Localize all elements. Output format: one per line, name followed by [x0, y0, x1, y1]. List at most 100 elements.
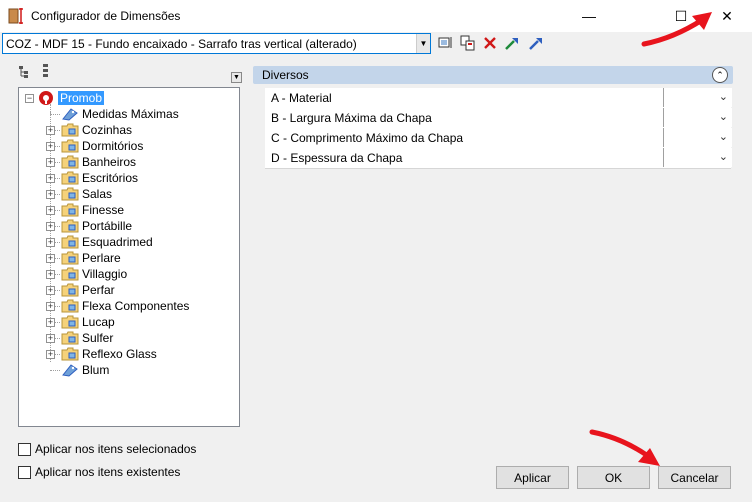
- folder-icon: [61, 139, 79, 153]
- tree-item[interactable]: + Banheiros: [45, 154, 136, 170]
- property-value-select[interactable]: ⌄: [663, 128, 732, 147]
- copy-icon[interactable]: [459, 34, 477, 52]
- apply-existing-option[interactable]: Aplicar nos itens existentes: [18, 465, 180, 479]
- folder-icon: [61, 315, 79, 329]
- minimize-button[interactable]: —: [566, 0, 612, 32]
- chevron-down-icon[interactable]: ⌄: [719, 130, 728, 143]
- promob-logo-icon: [38, 90, 56, 106]
- apply-selected-option[interactable]: Aplicar nos itens selecionados: [18, 442, 196, 456]
- tree-item-label: Villaggio: [82, 267, 128, 281]
- property-value-select[interactable]: ⌄: [663, 148, 732, 167]
- tree-expand-all-icon[interactable]: [19, 66, 33, 78]
- tree-item[interactable]: + Portábille: [45, 218, 132, 234]
- folder-icon: [61, 347, 79, 361]
- property-value-select[interactable]: ⌄: [663, 108, 732, 127]
- folder-icon: [61, 123, 79, 137]
- folder-icon: [61, 187, 79, 201]
- folder-icon: [61, 203, 79, 217]
- apply-selected-checkbox[interactable]: [18, 442, 31, 456]
- tree-item[interactable]: + Villaggio: [45, 266, 127, 282]
- apply-existing-checkbox[interactable]: [18, 465, 31, 479]
- preset-select[interactable]: COZ - MDF 15 - Fundo encaixado - Sarrafo…: [2, 33, 431, 54]
- delete-icon[interactable]: [481, 34, 499, 52]
- chevron-down-icon[interactable]: ⌄: [719, 90, 728, 103]
- tree-item-label: Blum: [82, 363, 110, 377]
- category-tree[interactable]: − Promob Medidas Máximas + Cozinhas + Dormit…: [18, 87, 240, 427]
- apply-existing-label: Aplicar nos itens existentes: [35, 465, 181, 479]
- collapse-section-icon[interactable]: ⌃: [712, 67, 728, 83]
- expand-icon[interactable]: +: [46, 174, 55, 183]
- tree-item[interactable]: + Salas: [45, 186, 112, 202]
- tree-item[interactable]: + Finesse: [45, 202, 124, 218]
- tree-item-label: Reflexo Glass: [82, 347, 157, 361]
- property-row: C - Comprimento Máximo da Chapa ⌄: [265, 128, 732, 149]
- annotation-arrow-cancel: [589, 429, 660, 466]
- expand-icon[interactable]: +: [46, 286, 55, 295]
- property-value-select[interactable]: ⌄: [663, 88, 732, 107]
- tree-collapse-all-icon[interactable]: [42, 64, 50, 78]
- chevron-down-icon[interactable]: ⌄: [719, 110, 728, 123]
- folder-icon: [61, 219, 79, 233]
- tree-item-label: Perfar: [82, 283, 115, 297]
- expand-icon[interactable]: +: [46, 206, 55, 215]
- property-label: C - Comprimento Máximo da Chapa: [271, 131, 464, 145]
- expand-icon[interactable]: +: [46, 142, 55, 151]
- chevron-down-icon[interactable]: ⌄: [719, 150, 728, 163]
- apply-button[interactable]: Aplicar: [496, 466, 569, 489]
- expand-icon[interactable]: +: [46, 270, 55, 279]
- expand-icon[interactable]: +: [46, 254, 55, 263]
- tree-item[interactable]: Blum: [45, 362, 109, 378]
- tree-item-label: Esquadrimed: [82, 235, 153, 249]
- tree-item-label: Medidas Máximas: [82, 107, 179, 121]
- tree-item[interactable]: Medidas Máximas: [45, 106, 179, 122]
- cancel-button[interactable]: Cancelar: [658, 466, 731, 489]
- tree-item-label: Banheiros: [82, 155, 137, 169]
- tree-item[interactable]: + Reflexo Glass: [45, 346, 157, 362]
- expand-icon[interactable]: +: [46, 190, 55, 199]
- tree-menu-dropdown-icon[interactable]: ▼: [231, 72, 242, 83]
- expand-icon[interactable]: +: [46, 126, 55, 135]
- property-row: D - Espessura da Chapa ⌄: [265, 148, 732, 169]
- section-header-diversos[interactable]: Diversos: [253, 66, 733, 84]
- select-dimension-icon[interactable]: [437, 34, 455, 52]
- app-icon: [8, 7, 26, 25]
- property-row: B - Largura Máxima da Chapa ⌄: [265, 108, 732, 129]
- folder-icon: [61, 235, 79, 249]
- window-title: Configurador de Dimensões: [31, 9, 181, 23]
- tree-item[interactable]: + Esquadrimed: [45, 234, 153, 250]
- dropdown-arrow-icon[interactable]: ▼: [416, 34, 430, 53]
- tree-item[interactable]: + Sulfer: [45, 330, 113, 346]
- apply-selected-label: Aplicar nos itens selecionados: [35, 442, 197, 456]
- expand-icon[interactable]: +: [46, 302, 55, 311]
- property-label: A - Material: [271, 91, 332, 105]
- folder-icon: [61, 283, 79, 297]
- tree-item[interactable]: + Cozinhas: [45, 122, 132, 138]
- tree-item-label: Portábille: [82, 219, 133, 233]
- folder-icon: [61, 155, 79, 169]
- tree-root[interactable]: − Promob: [25, 90, 105, 106]
- section-title: Diversos: [262, 68, 309, 82]
- tree-item-label: Perlare: [82, 251, 121, 265]
- tag-icon: [61, 107, 79, 121]
- expand-icon[interactable]: +: [46, 318, 55, 327]
- minimize-icon: —: [582, 8, 596, 24]
- expand-icon[interactable]: +: [46, 334, 55, 343]
- expand-icon[interactable]: +: [46, 350, 55, 359]
- tree-item[interactable]: + Flexa Componentes: [45, 298, 189, 314]
- tree-item[interactable]: + Escritórios: [45, 170, 138, 186]
- expand-icon[interactable]: +: [46, 238, 55, 247]
- collapse-icon[interactable]: −: [25, 93, 34, 103]
- import-icon[interactable]: [503, 34, 521, 52]
- tree-item[interactable]: + Dormitórios: [45, 138, 143, 154]
- export-icon[interactable]: [527, 34, 545, 52]
- tree-item[interactable]: + Perfar: [45, 282, 115, 298]
- tag-icon: [61, 363, 79, 377]
- tree-item[interactable]: + Lucap: [45, 314, 115, 330]
- expand-icon[interactable]: +: [46, 158, 55, 167]
- tree-item-label: Dormitórios: [82, 139, 144, 153]
- tree-item-label: Finesse: [82, 203, 125, 217]
- tree-item[interactable]: + Perlare: [45, 250, 121, 266]
- folder-icon: [61, 267, 79, 281]
- tree-root-label: Promob: [58, 91, 105, 105]
- expand-icon[interactable]: +: [46, 222, 55, 231]
